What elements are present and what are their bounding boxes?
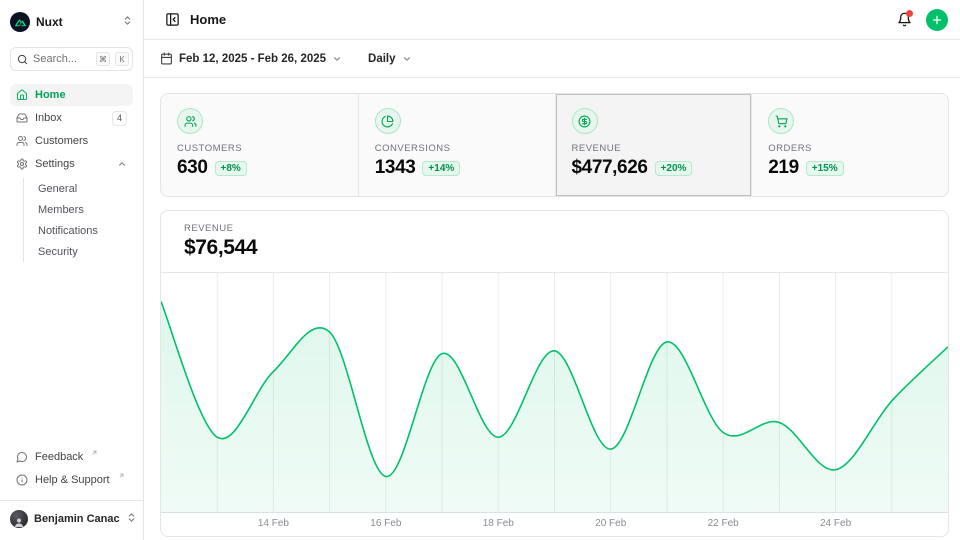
x-axis: 14 Feb 16 Feb 18 Feb 20 Feb 22 Feb 24 Feb bbox=[161, 513, 948, 536]
stat-card-customers[interactable]: CUSTOMERS 630 +8% bbox=[161, 94, 358, 196]
chevrons-up-down-icon bbox=[126, 510, 137, 528]
circle-dollar-icon bbox=[572, 108, 598, 134]
help-support-label: Help & Support bbox=[35, 474, 110, 486]
main-area: Home Feb 12, 2 bbox=[144, 0, 960, 540]
notifications-button[interactable] bbox=[892, 8, 916, 32]
stat-value: 1343 bbox=[375, 157, 416, 179]
stat-card-orders[interactable]: ORDERS 219 +15% bbox=[751, 94, 948, 196]
stat-label: CONVERSIONS bbox=[375, 143, 539, 154]
feedback-label: Feedback bbox=[35, 451, 83, 463]
sidebar-item-label: Settings bbox=[35, 158, 75, 170]
calendar-icon bbox=[160, 52, 173, 65]
date-range-picker[interactable]: Feb 12, 2025 - Feb 26, 2025 bbox=[160, 52, 342, 65]
team-switcher[interactable]: Nuxt bbox=[10, 10, 133, 34]
help-support-link[interactable]: Help & Support bbox=[10, 469, 133, 491]
stat-card-revenue[interactable]: REVENUE $477,626 +20% bbox=[555, 94, 752, 196]
sidebar-item-inbox[interactable]: Inbox 4 bbox=[10, 107, 133, 129]
user-menu[interactable]: Benjamin Canac bbox=[10, 508, 133, 530]
settings-subtree: General Members Notifications Security bbox=[23, 178, 133, 262]
feedback-link[interactable]: Feedback bbox=[10, 446, 133, 468]
cart-icon bbox=[768, 108, 794, 134]
dashboard-app: Nuxt Search... ⌘ K Home bbox=[0, 0, 960, 540]
content: CUSTOMERS 630 +8% CONVERSIONS 1343 +14% bbox=[144, 78, 960, 537]
page-title: Home bbox=[190, 12, 226, 27]
x-tick-label: 16 Feb bbox=[370, 518, 401, 529]
stat-label: ORDERS bbox=[768, 143, 932, 154]
chart-plot-area[interactable] bbox=[161, 272, 948, 513]
search-icon bbox=[17, 54, 28, 65]
topbar-actions bbox=[892, 8, 948, 32]
chevron-down-icon bbox=[332, 54, 342, 64]
stat-cards: CUSTOMERS 630 +8% CONVERSIONS 1343 +14% bbox=[160, 93, 949, 197]
delta-badge: +14% bbox=[422, 161, 460, 176]
chat-bubble-icon bbox=[16, 451, 28, 463]
delta-badge: +20% bbox=[655, 161, 693, 176]
user-name: Benjamin Canac bbox=[34, 513, 120, 525]
sidebar-item-members[interactable]: Members bbox=[34, 199, 133, 220]
topbar: Home bbox=[144, 0, 960, 40]
sidebar-item-home[interactable]: Home bbox=[10, 84, 133, 106]
sidebar-item-customers[interactable]: Customers bbox=[10, 130, 133, 152]
chart-metric-label: REVENUE bbox=[184, 223, 948, 234]
stat-value: 630 bbox=[177, 157, 208, 179]
team-name: Nuxt bbox=[36, 15, 63, 29]
notification-dot bbox=[906, 10, 913, 17]
collapse-sidebar-button[interactable] bbox=[160, 8, 184, 32]
date-range-label: Feb 12, 2025 - Feb 26, 2025 bbox=[179, 53, 326, 65]
sidebar-nav: Home Inbox 4 Customers Settings bbox=[10, 84, 133, 262]
filters-toolbar: Feb 12, 2025 - Feb 26, 2025 Daily bbox=[144, 40, 960, 78]
delta-badge: +8% bbox=[215, 161, 247, 176]
chevrons-up-down-icon bbox=[122, 13, 133, 31]
inbox-count-badge: 4 bbox=[112, 111, 127, 126]
granularity-select[interactable]: Daily bbox=[368, 53, 412, 65]
house-icon bbox=[16, 89, 28, 101]
sidebar-item-general[interactable]: General bbox=[34, 178, 133, 199]
pie-chart-icon bbox=[375, 108, 401, 134]
external-link-icon bbox=[118, 472, 125, 479]
sidebar-item-label: Home bbox=[35, 89, 66, 101]
chart-metric-value: $76,544 bbox=[184, 236, 948, 260]
external-link-icon bbox=[91, 449, 98, 456]
sidebar: Nuxt Search... ⌘ K Home bbox=[0, 0, 144, 540]
stat-value: $477,626 bbox=[572, 157, 648, 179]
user-section: Benjamin Canac bbox=[0, 500, 143, 532]
users-icon bbox=[177, 108, 203, 134]
chart-header: REVENUE $76,544 bbox=[161, 211, 948, 260]
granularity-label: Daily bbox=[368, 53, 396, 65]
x-tick-label: 24 Feb bbox=[820, 518, 851, 529]
avatar bbox=[10, 510, 28, 528]
x-tick-label: 22 Feb bbox=[708, 518, 739, 529]
x-tick-label: 14 Feb bbox=[258, 518, 289, 529]
nuxt-logo-icon bbox=[10, 12, 30, 32]
stat-card-conversions[interactable]: CONVERSIONS 1343 +14% bbox=[358, 94, 555, 196]
sidebar-item-label: Inbox bbox=[35, 112, 62, 124]
add-button[interactable] bbox=[926, 9, 948, 31]
kbd-k: K bbox=[115, 52, 129, 66]
stat-label: CUSTOMERS bbox=[177, 143, 342, 154]
sidebar-item-security[interactable]: Security bbox=[34, 241, 133, 262]
sidebar-item-label: Customers bbox=[35, 135, 88, 147]
sidebar-item-notifications[interactable]: Notifications bbox=[34, 220, 133, 241]
x-tick-label: 18 Feb bbox=[483, 518, 514, 529]
chevron-down-icon bbox=[402, 54, 412, 64]
panel-left-close-icon bbox=[165, 12, 180, 27]
stat-label: REVENUE bbox=[572, 143, 736, 154]
revenue-chart-card: REVENUE $76,544 14 Feb 16 Feb 18 Feb 20 Feb… bbox=[160, 210, 949, 537]
revenue-area-chart bbox=[161, 272, 948, 513]
info-icon bbox=[16, 474, 28, 486]
sidebar-item-settings[interactable]: Settings bbox=[10, 153, 133, 175]
x-tick-label: 20 Feb bbox=[595, 518, 626, 529]
inbox-icon bbox=[16, 112, 28, 124]
sidebar-footer: Feedback Help & Support bbox=[10, 446, 133, 532]
kbd-cmd: ⌘ bbox=[96, 52, 110, 66]
search-input[interactable]: Search... ⌘ K bbox=[10, 47, 133, 71]
plus-icon bbox=[931, 14, 943, 26]
users-icon bbox=[16, 135, 28, 147]
delta-badge: +15% bbox=[806, 161, 844, 176]
search-placeholder: Search... bbox=[33, 53, 91, 65]
gear-icon bbox=[16, 158, 28, 170]
chevron-up-icon bbox=[117, 159, 127, 169]
stat-value: 219 bbox=[768, 157, 799, 179]
